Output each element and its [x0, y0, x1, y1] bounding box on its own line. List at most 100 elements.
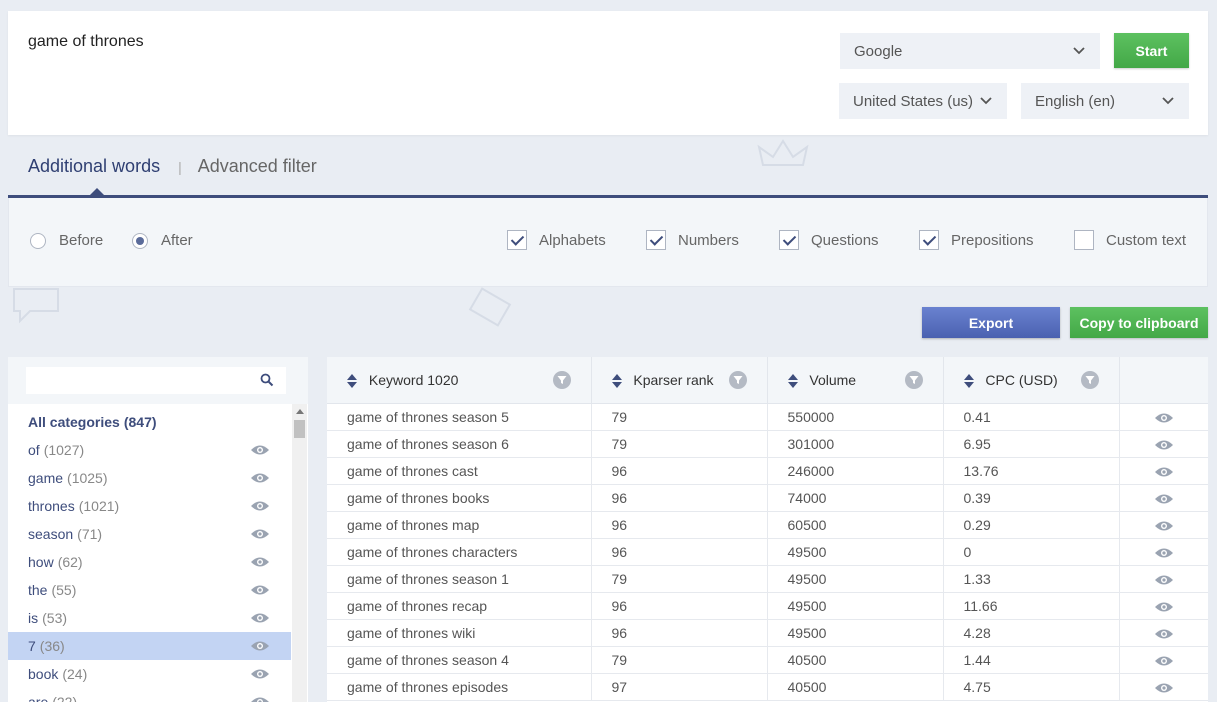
table-row[interactable]: game of thrones books 96 74000 0.39: [327, 484, 1208, 512]
country-value: United States (us): [853, 92, 974, 110]
category-item[interactable]: book (24): [8, 660, 291, 688]
checkbox-numbers-control[interactable]: [646, 230, 666, 250]
keyword-cell: game of thrones season 6: [327, 430, 592, 458]
keyword-query-input[interactable]: game of thrones: [28, 33, 144, 51]
eye-icon[interactable]: [1154, 682, 1174, 694]
search-engine-select[interactable]: Google: [840, 33, 1100, 69]
category-all[interactable]: All categories (847): [8, 408, 291, 436]
category-item[interactable]: thrones (1021): [8, 492, 291, 520]
language-select[interactable]: English (en): [1021, 83, 1189, 119]
category-item[interactable]: is (53): [8, 604, 291, 632]
filter-icon[interactable]: [904, 371, 923, 389]
category-count: (53): [42, 610, 68, 626]
tab-advanced-filter[interactable]: Advanced filter: [198, 156, 317, 177]
eye-icon[interactable]: [250, 668, 270, 680]
eye-icon[interactable]: [1154, 493, 1174, 505]
checkbox-prepositions[interactable]: Prepositions: [919, 230, 1034, 250]
category-name: the: [28, 582, 48, 598]
filter-icon[interactable]: [552, 371, 571, 389]
checkbox-numbers[interactable]: Numbers: [646, 230, 739, 250]
table-row[interactable]: game of thrones wiki 96 49500 4.28: [327, 619, 1208, 647]
category-item[interactable]: are (22): [8, 688, 291, 702]
category-name: season: [28, 526, 74, 542]
category-count: (55): [51, 582, 77, 598]
column-header-keyword[interactable]: Keyword 1020: [327, 357, 592, 404]
category-name: how: [28, 554, 54, 570]
eye-icon[interactable]: [250, 612, 270, 624]
eye-icon[interactable]: [1154, 520, 1174, 532]
sort-icon[interactable]: [611, 373, 622, 388]
tab-additional-words[interactable]: Additional words: [28, 156, 160, 177]
checkbox-numbers-label: Numbers: [678, 231, 739, 249]
checkbox-prepositions-label: Prepositions: [951, 231, 1034, 249]
language-value: English (en): [1035, 92, 1116, 110]
category-item[interactable]: the (55): [8, 576, 291, 604]
table-row[interactable]: game of thrones season 5 79 550000 0.41: [327, 403, 1208, 431]
eye-icon[interactable]: [1154, 628, 1174, 640]
checkbox-questions-control[interactable]: [779, 230, 799, 250]
eye-icon[interactable]: [250, 556, 270, 568]
table-row[interactable]: game of thrones episodes 97 40500 4.75: [327, 673, 1208, 701]
scroll-up-arrow[interactable]: [296, 409, 304, 414]
table-row[interactable]: game of thrones map 96 60500 0.29: [327, 511, 1208, 539]
radio-after[interactable]: After: [132, 232, 193, 249]
keyword-cell: game of thrones season 5: [327, 403, 592, 431]
eye-icon[interactable]: [1154, 466, 1174, 478]
category-item[interactable]: game (1025): [8, 464, 291, 492]
radio-before-control[interactable]: [30, 232, 46, 249]
category-item-selected[interactable]: 7 (36): [8, 632, 291, 660]
eye-icon[interactable]: [250, 640, 270, 652]
keyword-cell: game of thrones map: [327, 511, 592, 539]
checkbox-custom-text-control[interactable]: [1074, 230, 1094, 250]
checkbox-custom-text[interactable]: Custom text: [1074, 230, 1186, 250]
row-actions-cell: [1119, 511, 1208, 539]
category-scrollbar[interactable]: [292, 404, 307, 702]
eye-icon[interactable]: [1154, 412, 1174, 424]
eye-icon[interactable]: [250, 696, 270, 702]
table-row[interactable]: game of thrones season 1 79 49500 1.33: [327, 565, 1208, 593]
category-item[interactable]: of (1027): [8, 436, 291, 464]
checkbox-questions[interactable]: Questions: [779, 230, 879, 250]
export-button[interactable]: Export: [922, 307, 1060, 338]
copy-to-clipboard-button[interactable]: Copy to clipboard: [1070, 307, 1208, 338]
category-count: (847): [123, 414, 157, 430]
start-button[interactable]: Start: [1114, 33, 1189, 68]
checkbox-alphabets[interactable]: Alphabets: [507, 230, 606, 250]
checkbox-alphabets-control[interactable]: [507, 230, 527, 250]
column-header-cpc[interactable]: CPC (USD): [943, 357, 1120, 404]
table-row[interactable]: game of thrones cast 96 246000 13.76: [327, 457, 1208, 485]
sort-icon[interactable]: [787, 373, 798, 388]
category-item[interactable]: how (62): [8, 548, 291, 576]
checkbox-prepositions-control[interactable]: [919, 230, 939, 250]
table-row[interactable]: game of thrones season 4 79 40500 1.44: [327, 646, 1208, 674]
eye-icon[interactable]: [250, 584, 270, 596]
table-row[interactable]: game of thrones season 6 79 301000 6.95: [327, 430, 1208, 458]
results-table: Keyword 1020 Kparser rank Volume CPC (US…: [327, 357, 1208, 702]
eye-icon[interactable]: [1154, 547, 1174, 559]
radio-after-control[interactable]: [132, 232, 148, 249]
country-select[interactable]: United States (us): [839, 83, 1007, 119]
eye-icon[interactable]: [1154, 601, 1174, 613]
category-search-input[interactable]: [26, 367, 246, 394]
search-icon[interactable]: [260, 373, 274, 387]
table-row[interactable]: game of thrones characters 96 49500 0: [327, 538, 1208, 566]
sort-icon[interactable]: [963, 373, 974, 388]
eye-icon[interactable]: [1154, 439, 1174, 451]
radio-before[interactable]: Before: [30, 232, 103, 249]
eye-icon[interactable]: [1154, 574, 1174, 586]
options-panel: Before After Alphabets Numbers Questions…: [8, 198, 1208, 287]
eye-icon[interactable]: [1154, 655, 1174, 667]
eye-icon[interactable]: [250, 444, 270, 456]
column-header-rank[interactable]: Kparser rank: [591, 357, 768, 404]
eye-icon[interactable]: [250, 472, 270, 484]
category-item[interactable]: season (71): [8, 520, 291, 548]
eye-icon[interactable]: [250, 500, 270, 512]
scroll-thumb[interactable]: [294, 420, 305, 438]
table-row[interactable]: game of thrones recap 96 49500 11.66: [327, 592, 1208, 620]
filter-icon[interactable]: [1080, 371, 1099, 389]
sort-icon[interactable]: [347, 373, 357, 388]
column-header-volume[interactable]: Volume: [767, 357, 944, 404]
eye-icon[interactable]: [250, 528, 270, 540]
filter-icon[interactable]: [728, 371, 747, 389]
column-title: CPC (USD): [985, 371, 1058, 388]
